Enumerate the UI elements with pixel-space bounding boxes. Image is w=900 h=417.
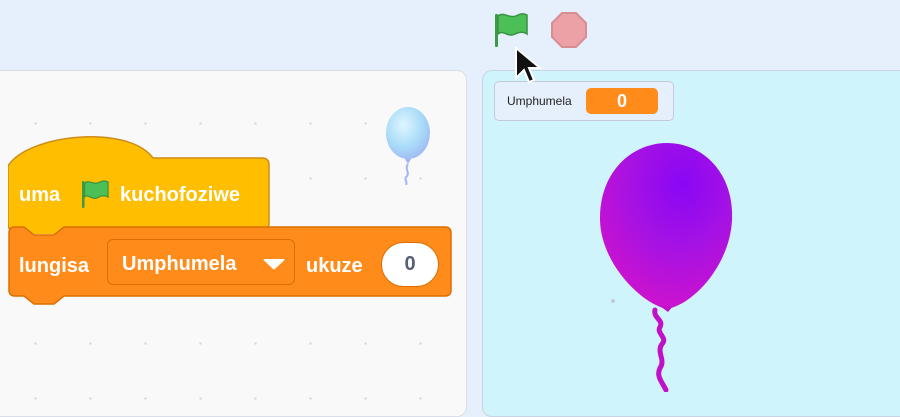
when-flag-clicked-block[interactable] <box>8 128 270 234</box>
value-input[interactable]: 0 <box>381 242 439 287</box>
variable-dropdown[interactable]: Umphumela <box>107 239 295 285</box>
monitor-value: 0 <box>586 88 658 114</box>
caret-down-icon <box>263 259 285 270</box>
set-block-label: lungisa <box>19 255 90 277</box>
stage-dot <box>611 299 615 303</box>
stop-button[interactable] <box>549 10 589 50</box>
balloon-sprite[interactable] <box>598 140 736 392</box>
set-block-to-label: ukuze <box>306 255 363 277</box>
green-flag-icon <box>82 180 109 208</box>
balloon-sprite-icon[interactable] <box>384 105 434 185</box>
green-flag-icon <box>495 13 528 47</box>
hat-block-label-start: uma <box>19 184 61 206</box>
monitor-label: Umphumela <box>507 94 572 108</box>
stop-icon <box>551 12 587 48</box>
top-toolbar <box>0 0 900 62</box>
hat-block-label-end: kuchofoziwe <box>120 184 241 206</box>
green-flag-button[interactable] <box>492 10 530 50</box>
variable-dropdown-label: Umphumela <box>122 253 237 275</box>
variable-monitor[interactable]: Umphumela 0 <box>494 81 674 121</box>
